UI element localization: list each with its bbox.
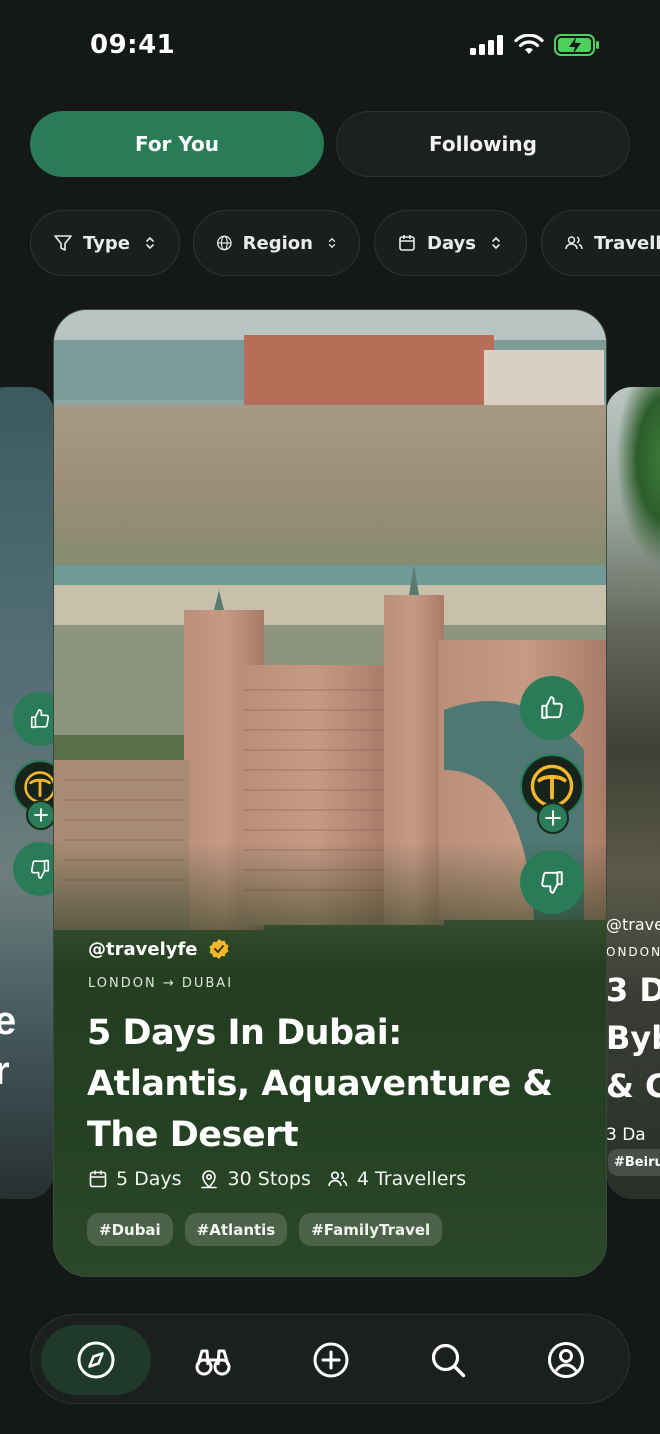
nav-discover[interactable] [158, 1325, 268, 1395]
status-time: 09:41 [90, 30, 176, 60]
profile-icon [548, 1342, 584, 1378]
calendar-icon [399, 235, 415, 251]
calendar-icon [89, 1170, 107, 1188]
brand-logo-icon [24, 771, 56, 803]
bottom-navigation [30, 1314, 630, 1404]
next-card-meta: 3 Da [606, 1125, 646, 1145]
map-pin-icon [200, 1170, 217, 1189]
dislike-button[interactable] [520, 850, 584, 914]
author-name: @travelyfe [88, 938, 198, 960]
thumbs-up-icon [30, 709, 50, 729]
filter-days-label: Days [427, 232, 476, 254]
globe-icon [217, 235, 232, 251]
previous-card-title-line: r [0, 1049, 10, 1093]
next-card-route: ONDON [606, 945, 660, 959]
filter-region-button[interactable]: Region [193, 210, 360, 276]
chevron-updown-icon [146, 236, 154, 250]
nav-create[interactable] [276, 1325, 386, 1395]
next-card-title-line: Byb [606, 1019, 660, 1057]
next-card-author: @travely [606, 915, 660, 934]
trip-stops-label: 30 Stops [227, 1168, 311, 1190]
tag-chip[interactable]: #FamilyTravel [299, 1213, 443, 1246]
verified-badge-icon [209, 939, 229, 959]
trip-meta: 5 Days 30 Stops 4 Travellers [88, 1168, 466, 1190]
thumbs-down-icon [30, 859, 50, 879]
chevron-updown-icon [492, 236, 500, 250]
next-card-title-line: & C [606, 1067, 660, 1105]
users-icon [565, 236, 583, 250]
filter-travellers-label: Travellers [594, 232, 660, 254]
next-card-title-line: 3 Da [606, 971, 660, 1009]
filter-region-label: Region [242, 232, 313, 254]
plus-icon [545, 810, 561, 826]
previous-card-follow-button[interactable] [26, 800, 56, 830]
filter-days-button[interactable]: Days [374, 210, 527, 276]
like-button[interactable] [520, 676, 584, 740]
chevron-updown-icon [328, 237, 336, 249]
status-icons [470, 34, 600, 56]
tab-following[interactable]: Following [336, 111, 630, 177]
tag-chip[interactable]: #Dubai [87, 1213, 173, 1246]
thumbs-down-icon [541, 871, 563, 894]
nav-profile[interactable] [511, 1325, 621, 1395]
feed-toggle: For You Following [30, 111, 630, 177]
users-icon [328, 1171, 348, 1187]
filter-type-label: Type [83, 232, 130, 254]
plus-icon [34, 808, 48, 822]
trip-title: 5 Days In Dubai: Atlantis, Aquaventure &… [87, 1013, 553, 1155]
thumbs-up-icon [541, 696, 563, 719]
trip-days: 5 Days [88, 1168, 182, 1190]
trip-stops: 30 Stops [198, 1168, 311, 1190]
binoculars-icon [195, 1349, 231, 1376]
trip-tags: #Dubai #Atlantis #FamilyTravel [87, 1213, 443, 1246]
signal-icon [470, 35, 503, 55]
battery-icon [554, 34, 599, 56]
filter-row: Type Region Days Travellers [30, 210, 660, 276]
trip-route: LONDON → DUBAI [88, 976, 234, 991]
previous-card-title-line: e [0, 999, 17, 1043]
trip-travellers-label: 4 Travellers [356, 1168, 467, 1190]
nav-search[interactable] [393, 1325, 503, 1395]
compass-icon [77, 1341, 115, 1379]
author-handle[interactable]: @travelyfe [88, 938, 230, 960]
status-bar: 09:41 [0, 0, 660, 96]
next-card-tag: #Beiru [608, 1149, 660, 1176]
search-icon [431, 1343, 466, 1378]
tab-for-you[interactable]: For You [30, 111, 324, 177]
tag-chip[interactable]: #Atlantis [184, 1213, 288, 1246]
wifi-icon [514, 34, 544, 54]
follow-button[interactable] [537, 802, 569, 834]
next-trip-card[interactable]: @travely ONDON 3 Da Byb & C 3 Da #Beiru [606, 387, 660, 1199]
trip-travellers: 4 Travellers [327, 1168, 466, 1190]
filter-travellers-button[interactable]: Travellers [541, 210, 660, 276]
filter-icon [54, 235, 72, 251]
trip-days-label: 5 Days [116, 1168, 182, 1190]
nav-explore[interactable] [41, 1325, 151, 1395]
filter-type-button[interactable]: Type [30, 210, 180, 276]
foliage-graphic [616, 387, 660, 567]
add-circle-icon [313, 1342, 349, 1378]
